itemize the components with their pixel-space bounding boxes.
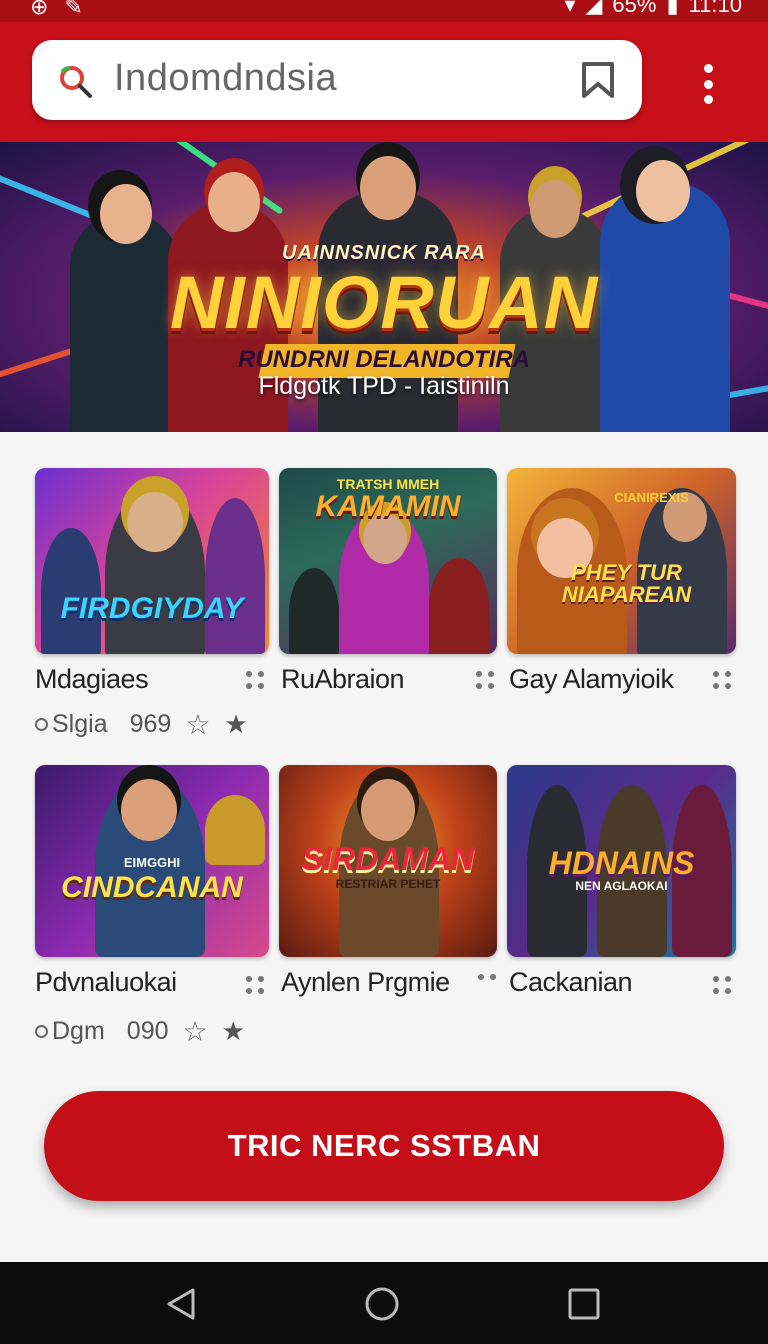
more-icon[interactable] — [246, 976, 266, 994]
game-meta: Slgia 969 ☆ ★ — [35, 708, 248, 741]
thumb-title: KAMAMIN — [315, 490, 461, 523]
game-meta: Dgm 090 ☆ ★ — [35, 1015, 245, 1048]
battery-percent: 65% — [612, 0, 657, 17]
thumb-title: HDNAINS — [548, 845, 695, 881]
thumb-subtitle: NEN AGLAOKAI — [575, 879, 668, 893]
game-name: Gay Alamyioik — [509, 664, 674, 694]
game-thumbnail[interactable]: FIRDGIYDAY — [35, 468, 269, 654]
game-name: RuAbraion — [281, 664, 405, 694]
thumb-subtitle: EIMGGHI — [123, 855, 181, 870]
status-bar: ⊕ ✎ ▾ ◢ 65% ▮ 11:10 — [0, 0, 768, 22]
back-icon[interactable] — [163, 1286, 199, 1322]
meta-count: 969 — [129, 710, 172, 738]
more-icon[interactable] — [476, 671, 496, 689]
star-outline-icon[interactable]: ☆ — [185, 708, 210, 741]
star-filled-icon[interactable]: ★ — [224, 709, 247, 740]
signal-icon: ◢ — [585, 0, 603, 17]
battery-icon: ▮ — [666, 0, 679, 17]
recents-icon[interactable] — [566, 1286, 602, 1322]
hero-title: NINIORUAN — [169, 261, 599, 344]
game-name: Aynlen Prgmie — [281, 967, 450, 997]
search-bar[interactable]: Indomdndsia — [32, 40, 642, 120]
more-vert-icon[interactable] — [690, 62, 726, 106]
circle-icon — [35, 718, 48, 731]
circle-icon — [35, 1025, 48, 1038]
more-icon[interactable] — [478, 974, 498, 992]
game-name: Pdvnaluokai — [35, 967, 177, 997]
meta-label: Dgm — [52, 1017, 105, 1045]
search-icon — [60, 66, 92, 98]
thumb-title: SIRDAMAN — [301, 841, 475, 877]
thumb-title: CINDCANAN — [61, 871, 243, 904]
edit-notification-icon: ✎ — [64, 0, 83, 19]
app-header: Indomdndsia — [0, 22, 768, 142]
more-icon[interactable] — [246, 671, 266, 689]
game-name: Cackanian — [509, 967, 633, 997]
notification-icon: ⊕ — [30, 0, 49, 19]
game-thumbnail[interactable]: EIMGGHI CINDCANAN — [35, 765, 269, 957]
hero-tagline: Fldgotk TPD - Iaistiniln — [258, 372, 510, 400]
wifi-icon: ▾ — [564, 0, 576, 17]
thumb-title: FIRDGIYDAY — [60, 592, 244, 625]
primary-cta-button[interactable]: TRIC NERC SSTBAN — [44, 1091, 724, 1201]
star-outline-icon[interactable]: ☆ — [183, 1015, 208, 1048]
game-thumbnail[interactable]: SIRDAMAN RESTRIAR PEHET — [279, 765, 497, 957]
meta-count: 090 — [126, 1017, 169, 1045]
clock: 11:10 — [688, 0, 742, 17]
star-filled-icon[interactable]: ★ — [222, 1016, 245, 1047]
system-nav-bar — [0, 1262, 768, 1344]
home-icon[interactable] — [364, 1286, 400, 1322]
meta-label: Slgia — [52, 710, 108, 738]
game-thumbnail[interactable]: TRATSH MMEH KAMAMIN — [279, 468, 497, 654]
search-input[interactable]: Indomdndsia — [114, 57, 337, 100]
more-icon[interactable] — [713, 671, 733, 689]
game-thumbnail[interactable]: CIANIREXIS PHEY TUR NIAPAREAN — [507, 468, 736, 654]
game-name: Mdagiaes — [35, 664, 149, 694]
thumb-title: PHEY TUR NIAPAREAN — [561, 560, 692, 607]
thumb-subtitle: RESTRIAR PEHET — [335, 877, 441, 891]
game-thumbnail[interactable]: HDNAINS NEN AGLAOKAI — [507, 765, 736, 957]
more-icon[interactable] — [713, 976, 733, 994]
bookmark-icon[interactable] — [580, 60, 616, 100]
thumb-subtitle: CIANIREXIS — [614, 490, 689, 505]
hero-subtitle: RUNDRNI DELANDOTIRA — [238, 346, 530, 373]
